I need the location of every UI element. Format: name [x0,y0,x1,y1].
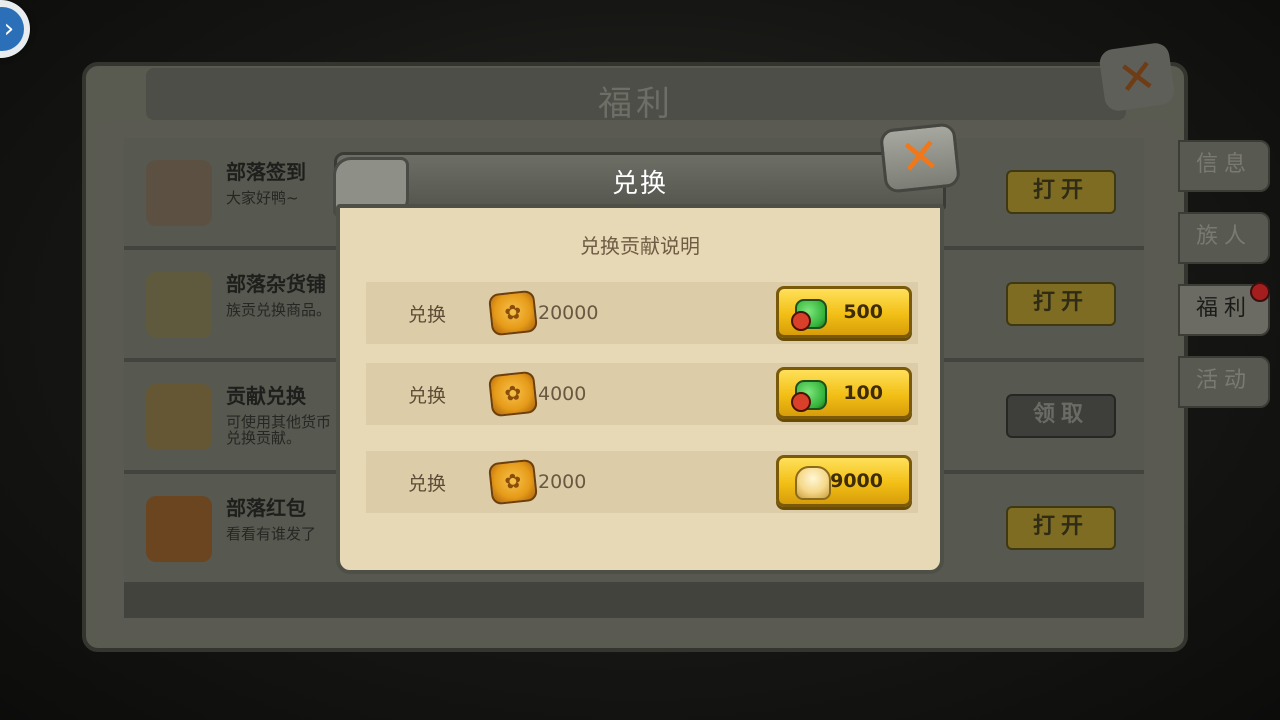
item-desc: 大家好鸭~ [226,189,299,207]
dialog-title: 兑换 [611,169,668,199]
shop-hut-icon [146,272,212,338]
open-button[interactable]: 打开 [1006,506,1116,550]
exchange-label: 兑换 [408,304,447,326]
reward-amount: 500 [843,301,883,323]
item-title: 部落红包 [226,496,306,520]
notification-badge [1250,282,1270,302]
exchange-row: 兑换 ✿ 2000 9000 [366,451,918,513]
exchange-label: 兑换 [408,473,447,495]
open-button[interactable]: 打开 [1006,282,1116,326]
tab-events[interactable]: 活动 [1178,356,1270,408]
reward-amount: 9000 [830,470,883,492]
item-desc: 可使用其他货币兑换贡献。 [226,413,332,447]
gold-coin-icon: ✿ [487,458,539,506]
close-icon: ✕ [1114,47,1160,107]
item-title: 部落签到 [226,160,306,184]
exchange-cost: 20000 [538,302,599,324]
side-menu-toggle[interactable]: › [0,0,30,58]
exchange-cost: 4000 [538,383,587,405]
close-icon: ✕ [896,127,943,187]
open-button[interactable]: 打开 [1006,170,1116,214]
exchange-button[interactable]: 9000 [776,455,912,507]
coin-exchange-icon [146,384,212,450]
gold-coin-icon: ✿ [487,370,539,418]
red-envelope-icon [146,496,212,562]
tab-label: 福利 [1195,296,1252,321]
list-footer [124,584,1144,618]
exchange-button[interactable]: 500 [776,286,912,338]
tab-members[interactable]: 族人 [1178,212,1270,264]
lock-badge-icon [791,392,811,412]
exchange-row: 兑换 ✿ 4000 100 [366,363,918,425]
close-dialog-button[interactable]: ✕ [878,122,962,194]
exchange-row: 兑换 ✿ 20000 500 [366,282,918,344]
lock-badge-icon [791,311,811,331]
reward-amount: 100 [843,382,883,404]
exchange-label: 兑换 [408,385,447,407]
item-title: 部落杂货铺 [226,272,326,296]
chevron-right-icon: › [0,7,24,51]
item-desc: 看看有谁发了 [226,525,317,543]
tools-icon [146,160,212,226]
item-desc: 族贡兑换商品。 [226,301,332,319]
item-title: 贡献兑换 [226,384,306,408]
exchange-button[interactable]: 100 [776,367,912,419]
close-panel-button[interactable]: ✕ [1098,41,1176,113]
dialog-subtitle: 兑换贡献说明 [580,234,700,258]
shell-icon [795,466,831,500]
tab-info[interactable]: 信息 [1178,140,1270,192]
exchange-dialog: 兑换 兑换贡献说明 兑换 ✿ 20000 500 兑换 ✿ 4000 100 兑 [333,152,946,574]
dialog-body: 兑换贡献说明 兑换 ✿ 20000 500 兑换 ✿ 4000 100 兑换 ✿ [336,204,944,574]
claim-button[interactable]: 领取 [1006,394,1116,438]
exchange-cost: 2000 [538,471,587,493]
gold-coin-icon: ✿ [487,289,539,337]
dialog-header: 兑换 [333,152,946,217]
tab-welfare[interactable]: 福利 [1178,282,1270,336]
